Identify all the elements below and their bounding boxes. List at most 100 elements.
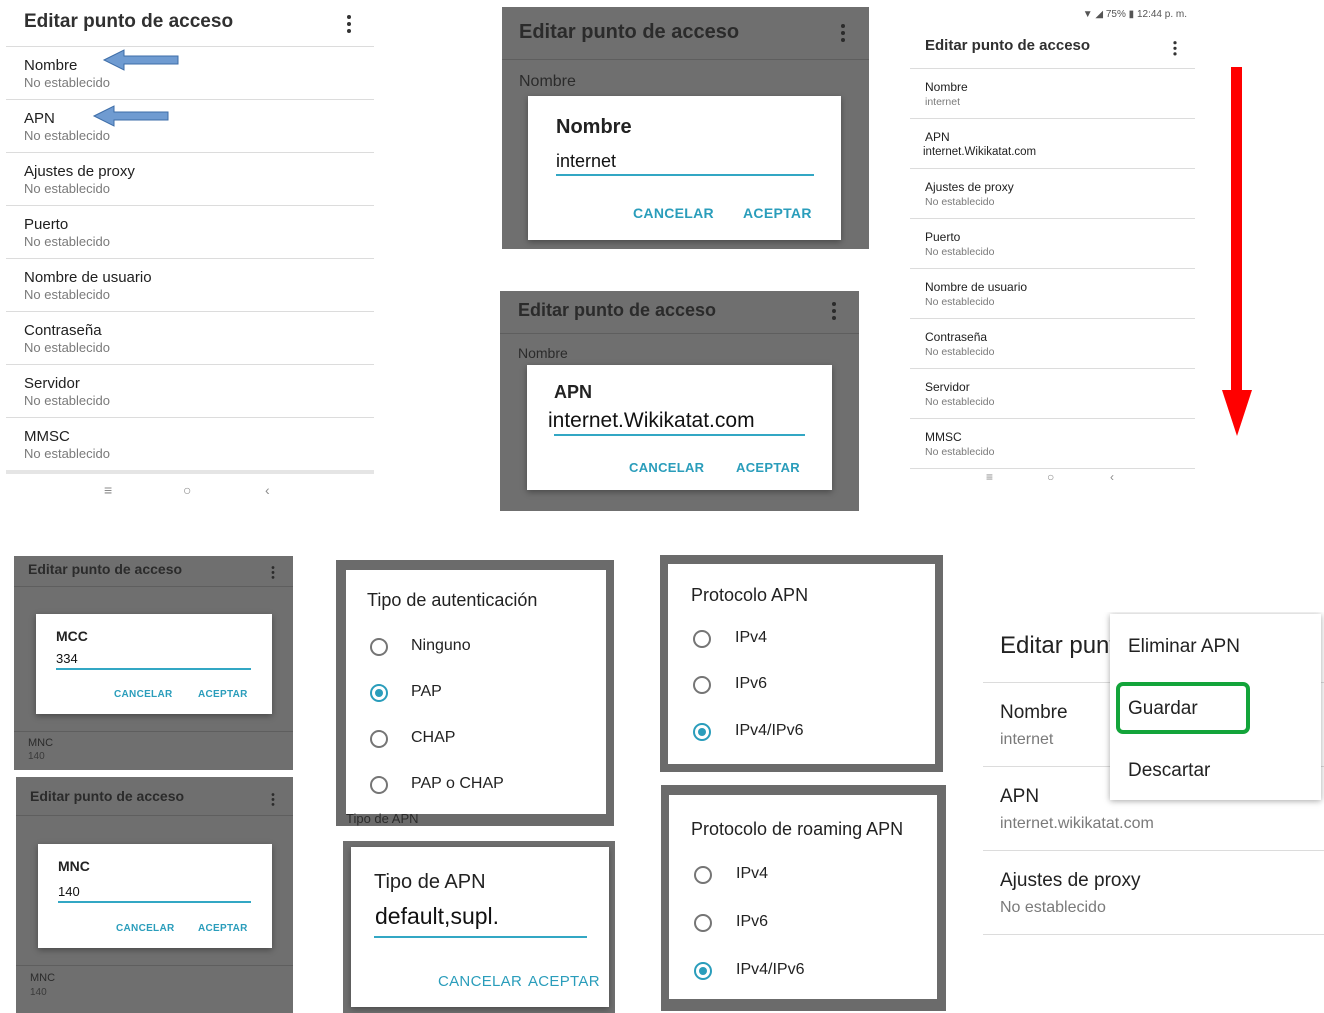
- menu-item-eliminar-apn[interactable]: Eliminar APN: [1128, 636, 1240, 658]
- option-label: IPv6: [735, 675, 768, 692]
- list-item-label: Nombre de usuario: [24, 269, 152, 286]
- apn-type-input[interactable]: default,supl.: [375, 903, 499, 930]
- list-item-apn[interactable]: APN No establecido: [6, 100, 374, 153]
- list-item-value: No establecido: [24, 181, 110, 196]
- list-item-label: Contraseña: [24, 322, 102, 339]
- page-title: Editar punto de acceso: [28, 561, 183, 577]
- dialog-title: MNC: [58, 858, 90, 874]
- option-label: Ninguno: [411, 637, 471, 654]
- status-bar: ▼ ◢ 75% ▮ 12:44 p. m.: [1083, 9, 1187, 20]
- auth-type-dialog: Tipo de autenticación Ninguno PAP CHAP P…: [346, 570, 606, 814]
- list-item-mmsc[interactable]: MMSC No establecido: [6, 418, 374, 474]
- menu-item-descartar[interactable]: Descartar: [1128, 760, 1210, 782]
- cancel-button[interactable]: CANCELAR: [629, 460, 704, 475]
- list-item-label: Nombre de usuario: [925, 280, 1028, 294]
- list-item-usuario[interactable]: Nombre de usuario No establecido: [910, 269, 1195, 319]
- radio-chap[interactable]: [370, 730, 388, 748]
- page-title: Editar punto de acceso: [24, 11, 234, 32]
- list-item-proxy[interactable]: Ajustes de proxy No establecido: [910, 169, 1195, 219]
- arrow-down-icon: [1222, 67, 1252, 436]
- accept-button[interactable]: ACEPTAR: [528, 973, 600, 990]
- list-item-proxy[interactable]: Ajustes de proxy No establecido: [983, 851, 1324, 935]
- radio-ipv6[interactable]: [694, 914, 712, 932]
- nombre-input[interactable]: internet: [556, 151, 616, 172]
- list-item-label: MMSC: [24, 428, 70, 445]
- list-item-label: Ajustes de proxy: [24, 163, 135, 180]
- input-underline: [58, 901, 251, 903]
- radio-pap[interactable]: [370, 684, 388, 702]
- list-item-value: No establecido: [24, 340, 110, 355]
- menu-lines-icon[interactable]: ≡: [104, 482, 112, 498]
- list-item-value: No establecido: [24, 287, 110, 302]
- list-item-value: internet: [1000, 731, 1054, 748]
- apn-list-filled-panel: ▼ ◢ 75% ▮ 12:44 p. m. Editar punto de ac…: [910, 0, 1195, 495]
- list-item-value: No establecido: [24, 234, 110, 249]
- list-item-nombre[interactable]: Nombre No establecido: [6, 47, 374, 100]
- list-item-nombre[interactable]: Nombre internet: [910, 69, 1195, 119]
- list-item-puerto[interactable]: Puerto No establecido: [6, 206, 374, 259]
- arrow-left-icon: [102, 49, 179, 71]
- save-menu-panel: Editar punto Nombre internet APN interne…: [983, 612, 1324, 942]
- option-label: IPv6: [736, 913, 769, 930]
- more-options-icon[interactable]: [1173, 41, 1177, 58]
- option-label: PAP: [411, 683, 442, 700]
- toolbar: Editar punto de acceso: [910, 28, 1195, 69]
- radio-ipv4-ipv6[interactable]: [694, 962, 712, 980]
- accept-button[interactable]: ACEPTAR: [743, 205, 812, 221]
- list-item-label: Nombre: [1000, 702, 1068, 723]
- radio-ipv6[interactable]: [693, 676, 711, 694]
- divider: [500, 333, 859, 334]
- cancel-button[interactable]: CANCELAR: [438, 973, 522, 990]
- apn-input[interactable]: internet.Wikikatat.com: [548, 409, 755, 433]
- back-chevron-icon[interactable]: ‹: [265, 482, 270, 498]
- list-item-contrasena[interactable]: Contraseña No establecido: [6, 312, 374, 365]
- list-item-servidor[interactable]: Servidor No establecido: [910, 369, 1195, 419]
- home-circle-icon[interactable]: ○: [183, 482, 191, 498]
- input-underline: [56, 668, 251, 670]
- list-item-value: 140: [28, 751, 45, 762]
- home-circle-icon[interactable]: ○: [1047, 470, 1054, 484]
- more-options-icon[interactable]: [271, 566, 275, 581]
- page-title: Editar punto de acceso: [925, 37, 1091, 54]
- cancel-button[interactable]: CANCELAR: [114, 689, 173, 700]
- more-options-icon[interactable]: [271, 793, 275, 808]
- radio-ipv4[interactable]: [693, 630, 711, 648]
- roaming-protocol-dialog: Protocolo de roaming APN IPv4 IPv6 IPv4/…: [669, 795, 937, 999]
- toolbar: Editar punto de acceso: [6, 0, 374, 47]
- list-item-label: Nombre: [24, 57, 78, 74]
- accept-button[interactable]: ACEPTAR: [198, 923, 248, 934]
- menu-lines-icon[interactable]: ≡: [986, 470, 993, 484]
- more-options-icon[interactable]: [832, 302, 836, 323]
- list-item-contrasena[interactable]: Contraseña No establecido: [910, 319, 1195, 369]
- list-item-proxy[interactable]: Ajustes de proxy No establecido: [6, 153, 374, 206]
- divider: [16, 965, 293, 966]
- mnc-input[interactable]: 140: [58, 884, 80, 899]
- list-item-usuario[interactable]: Nombre de usuario No establecido: [6, 259, 374, 312]
- accept-button[interactable]: ACEPTAR: [198, 689, 248, 700]
- cancel-button[interactable]: CANCELAR: [116, 923, 175, 934]
- list-item-label: APN: [1000, 786, 1040, 807]
- radio-ipv4[interactable]: [694, 866, 712, 884]
- page-title: Editar punto de acceso: [519, 21, 740, 43]
- battery-level: 75%: [1105, 9, 1126, 20]
- list-item-value: No establecido: [925, 446, 995, 458]
- nombre-dialog: Nombre internet CANCELAR ACEPTAR: [528, 96, 841, 240]
- list-item-mmsc[interactable]: MMSC No establecido: [910, 419, 1195, 469]
- mcc-input[interactable]: 334: [56, 651, 78, 666]
- radio-pap-o-chap[interactable]: [370, 776, 388, 794]
- list-item-puerto[interactable]: Puerto No establecido: [910, 219, 1195, 269]
- more-options-icon[interactable]: [841, 24, 845, 45]
- radio-ipv4-ipv6[interactable]: [693, 723, 711, 741]
- list-item-value: No establecido: [24, 128, 110, 143]
- list-item-apn[interactable]: APN internet.Wikikatat.com: [910, 119, 1195, 169]
- list-item-value: No establecido: [925, 246, 995, 258]
- more-options-icon[interactable]: [347, 15, 351, 36]
- toolbar: Editar punto de acceso: [502, 7, 869, 59]
- protocol-dialog: Protocolo APN IPv4 IPv6 IPv4/IPv6: [668, 564, 935, 764]
- list-item-value: No establecido: [24, 446, 110, 461]
- list-item-servidor[interactable]: Servidor No establecido: [6, 365, 374, 418]
- cancel-button[interactable]: CANCELAR: [633, 205, 714, 221]
- accept-button[interactable]: ACEPTAR: [736, 460, 800, 475]
- back-chevron-icon[interactable]: ‹: [1110, 470, 1114, 484]
- radio-ninguno[interactable]: [370, 638, 388, 656]
